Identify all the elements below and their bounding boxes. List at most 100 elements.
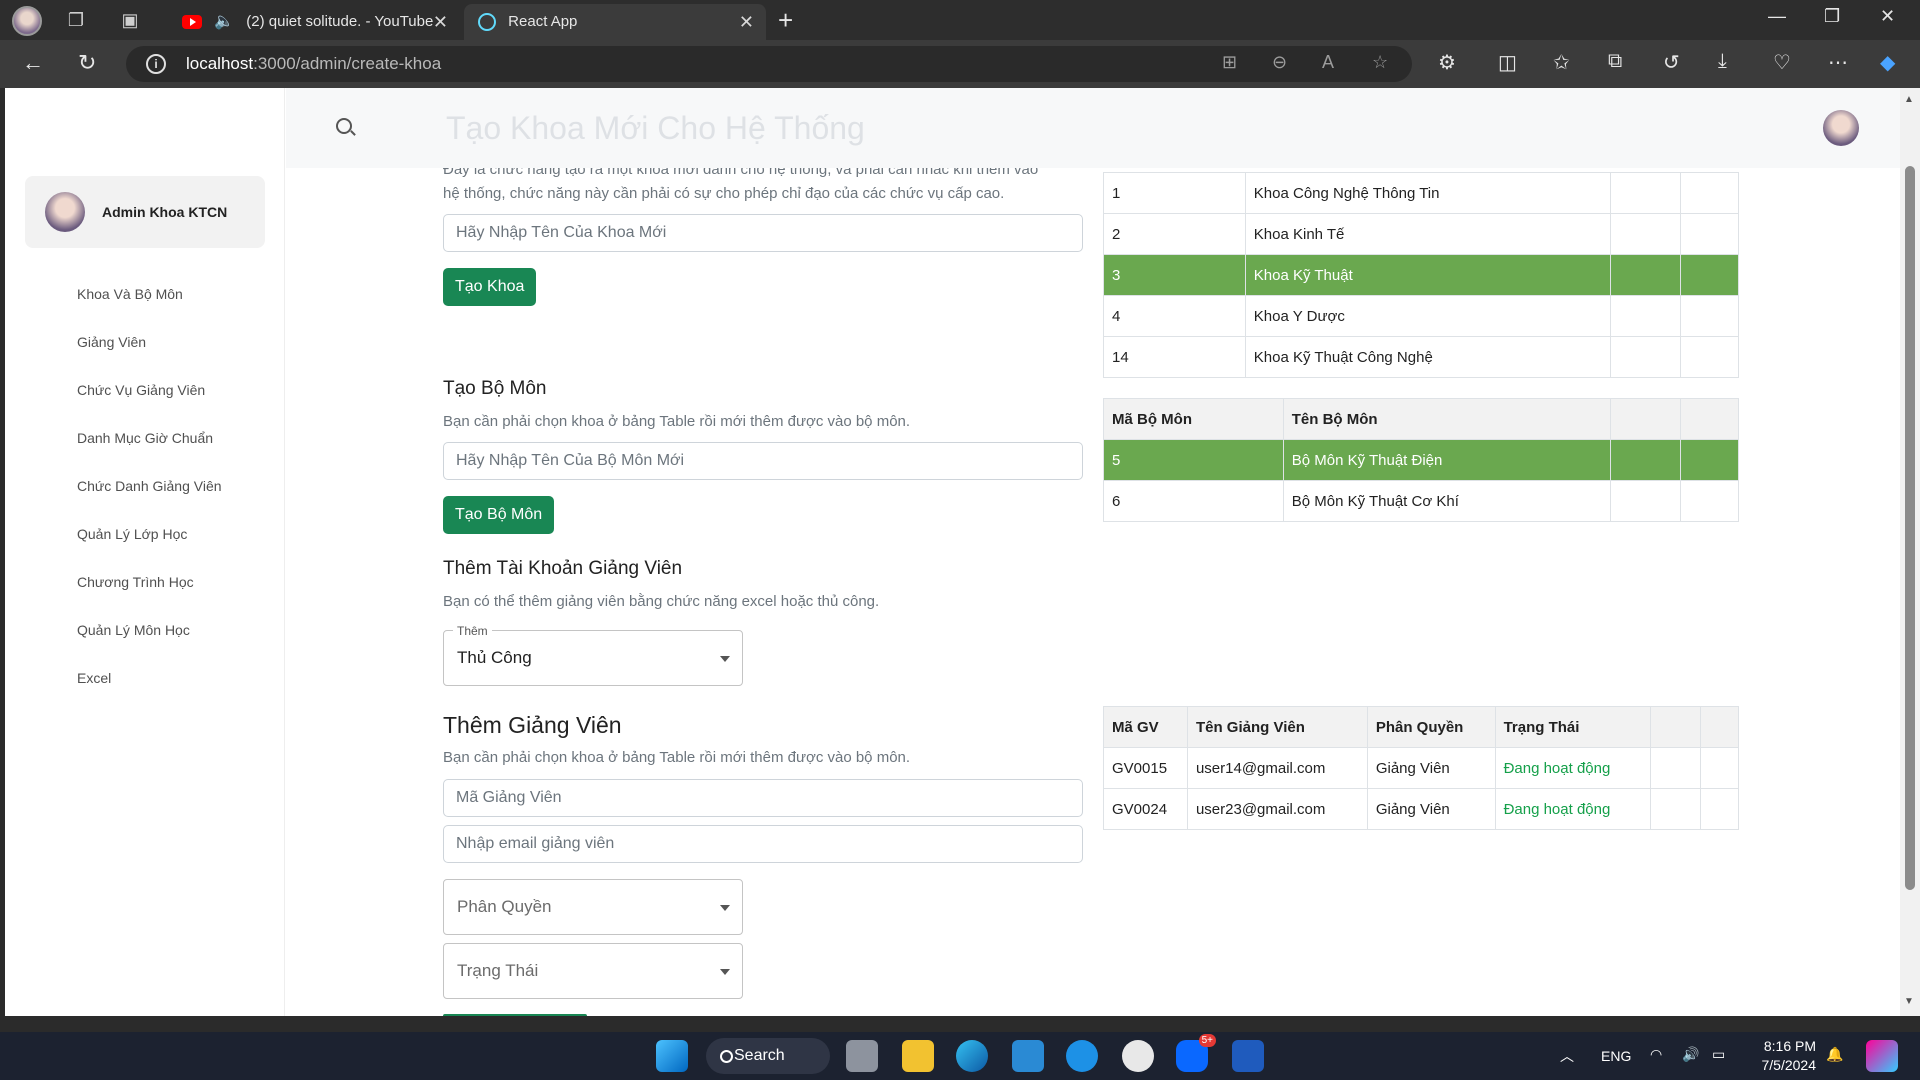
page-scrollbar[interactable]: ▲ ▼ <box>1900 88 1920 1016</box>
submit-lecturer-button[interactable] <box>443 1014 587 1016</box>
avatar[interactable] <box>1823 110 1859 146</box>
sidebar-item-giang-vien[interactable]: Giảng Viên <box>77 334 146 350</box>
taskbar: Search 5+ ︿ ENG ◠ 🔊 ▭ 8:16 PM 7/5/2024 🔔 <box>0 1032 1920 1080</box>
taskbar-search[interactable]: Search <box>706 1038 830 1074</box>
zalo-icon[interactable]: 5+ <box>1176 1034 1216 1072</box>
new-tab-button[interactable]: + <box>778 6 793 34</box>
vscode-icon[interactable] <box>1012 1040 1044 1072</box>
page-title: Tạo Khoa Mới Cho Hệ Thống <box>446 110 865 146</box>
battery-icon[interactable]: ▭ <box>1712 1046 1725 1063</box>
table-row[interactable]: 1 Khoa Công Nghệ Thông Tin <box>1103 172 1739 214</box>
table-header-row: Mã GV Tên Giảng Viên Phân Quyền Trạng Thái <box>1103 706 1739 748</box>
windows-start-icon[interactable] <box>656 1040 688 1072</box>
add-lecturer-title: Thêm Giảng Viên <box>443 712 622 738</box>
role-select[interactable]: Phân Quyền <box>443 879 743 935</box>
table-row-selected[interactable]: 5 Bộ Môn Kỹ Thuật Điện <box>1103 439 1739 481</box>
restore-button[interactable]: ❐ <box>1824 6 1840 27</box>
info-icon[interactable]: i <box>146 54 166 74</box>
profile-avatar[interactable] <box>12 6 42 36</box>
table-row[interactable]: 4 Khoa Y Dược <box>1103 295 1739 337</box>
app-avatar-icon[interactable] <box>1122 1040 1154 1072</box>
more-menu-icon[interactable]: ⋯ <box>1828 50 1848 75</box>
add-account-desc: Bạn có thể thêm giảng viên bằng chức năn… <box>443 593 880 610</box>
app-available-icon[interactable]: ⊞ <box>1222 52 1237 73</box>
admin-card[interactable]: Admin Khoa KTCN <box>25 176 265 248</box>
sidebar-item-chuc-vu[interactable]: Chức Vụ Giảng Viên <box>77 382 205 398</box>
caret-down-icon <box>720 905 730 911</box>
minimize-button[interactable]: — <box>1768 6 1786 27</box>
select-value: Thủ Công <box>457 648 532 667</box>
tab-youtube[interactable]: 🔈 (2) quiet solitude. - YouTube ✕ <box>168 4 460 40</box>
tab-actions-icon[interactable]: ▣ <box>118 8 142 32</box>
collections-icon[interactable]: ⧉ <box>1608 50 1622 73</box>
caret-down-icon <box>720 969 730 975</box>
split-screen-icon[interactable]: ◫ <box>1498 50 1517 75</box>
lecturer-table: Mã GV Tên Giảng Viên Phân Quyền Trạng Thái … <box>1103 706 1739 830</box>
table-row[interactable]: GV0015 user14@gmail.com Giảng Viên Đang hoạ… <box>1103 747 1739 789</box>
url-field[interactable]: i localhost:3000/admin/create-khoa ⊞ ⊖ A… <box>126 46 1412 82</box>
scroll-thumb[interactable] <box>1905 166 1915 890</box>
tab-title: (2) quiet solitude. - YouTube <box>246 13 434 30</box>
history-icon[interactable]: ↺ <box>1663 50 1680 75</box>
page-header: Tạo Khoa Mới Cho Hệ Thống <box>286 88 1900 168</box>
tab-title: React App <box>508 13 578 30</box>
file-explorer-icon[interactable] <box>902 1040 934 1072</box>
add-method-select[interactable]: Thêm Thủ Công <box>443 624 743 686</box>
table-row[interactable]: 14 Khoa Kỹ Thuật Công Nghệ <box>1103 336 1739 378</box>
word-icon[interactable] <box>1232 1040 1264 1072</box>
bomon-name-input[interactable]: Hãy Nhập Tên Của Bộ Môn Mới <box>443 442 1083 480</box>
task-view-icon[interactable] <box>846 1040 878 1072</box>
table-row[interactable]: 6 Bộ Môn Kỹ Thuật Cơ Khí <box>1103 480 1739 522</box>
caret-down-icon <box>720 656 730 662</box>
docker-icon[interactable] <box>1066 1040 1098 1072</box>
browser-essentials-icon[interactable]: ♡ <box>1773 50 1791 75</box>
add-lecturer-desc: Bạn cần phải chọn khoa ở bảng Table rồi … <box>443 749 911 766</box>
volume-icon[interactable]: 🔊 <box>1682 1046 1699 1063</box>
refresh-button[interactable]: ↻ <box>78 50 96 76</box>
zoom-out-icon[interactable]: ⊖ <box>1272 52 1287 73</box>
sidebar-item-gio-chuan[interactable]: Danh Mục Giờ Chuẩn <box>77 430 213 446</box>
read-aloud-icon[interactable]: A <box>1322 52 1334 73</box>
close-window-button[interactable]: ✕ <box>1880 6 1895 27</box>
favorite-star-icon[interactable]: ☆ <box>1372 52 1388 73</box>
close-icon[interactable]: ✕ <box>433 4 448 40</box>
favorites-icon[interactable]: ✩ <box>1553 50 1570 75</box>
sidebar-item-chuc-danh[interactable]: Chức Danh Giảng Viên <box>77 478 222 494</box>
copilot-icon[interactable]: ◆ <box>1880 50 1895 75</box>
create-bomon-button[interactable]: Tạo Bộ Môn <box>443 496 555 534</box>
back-button[interactable]: ← <box>22 50 44 76</box>
lecturer-code-input[interactable]: Mã Giảng Viên <box>443 779 1083 817</box>
extensions-icon[interactable]: ⚙ <box>1438 50 1456 75</box>
tab-react-app[interactable]: React App ✕ <box>464 4 766 40</box>
tray-chevron-icon[interactable]: ︿ <box>1560 1046 1574 1066</box>
copilot-taskbar-icon[interactable] <box>1866 1040 1898 1072</box>
table-row[interactable]: GV0024 user23@gmail.com Giảng Viên Đang hoạ… <box>1103 788 1739 830</box>
downloads-icon[interactable]: ⤓ <box>1718 50 1727 73</box>
sidebar-item-mon-hoc[interactable]: Quản Lý Môn Học <box>77 622 190 638</box>
status-select[interactable]: Trạng Thái <box>443 943 743 999</box>
table-row[interactable]: 2 Khoa Kinh Tế <box>1103 213 1739 255</box>
khoa-name-input[interactable]: Hãy Nhập Tên Của Khoa Mới <box>443 214 1083 252</box>
close-icon[interactable]: ✕ <box>739 4 754 40</box>
language-indicator[interactable]: ENG <box>1601 1048 1631 1064</box>
scroll-up-icon[interactable]: ▲ <box>1904 94 1914 105</box>
edge-icon[interactable] <box>956 1040 988 1072</box>
lecturer-email-input[interactable]: Nhập email giảng viên <box>443 825 1083 863</box>
wifi-icon[interactable]: ◠ <box>1650 1046 1662 1063</box>
sidebar-item-khoa-bo-mon[interactable]: Khoa Và Bộ Môn <box>77 286 183 302</box>
sidebar-item-excel[interactable]: Excel <box>77 670 111 686</box>
sidebar-item-chuong-trinh[interactable]: Chương Trình Học <box>77 574 194 590</box>
speaker-icon[interactable]: 🔈 <box>214 4 234 40</box>
workspaces-icon[interactable]: ❐ <box>64 8 88 32</box>
table-row-selected[interactable]: 3 Khoa Kỹ Thuật <box>1103 254 1739 296</box>
create-khoa-button[interactable]: Tạo Khoa <box>443 268 537 306</box>
notification-bell-icon[interactable]: 🔔 <box>1826 1046 1843 1063</box>
url-text[interactable]: localhost:3000/admin/create-khoa <box>186 54 441 74</box>
scroll-down-icon[interactable]: ▼ <box>1904 996 1914 1007</box>
avatar <box>45 192 85 232</box>
select-placeholder: Phân Quyền <box>457 897 552 916</box>
search-icon[interactable] <box>336 118 352 134</box>
sidebar-item-lop-hoc[interactable]: Quản Lý Lớp Học <box>77 526 187 542</box>
clock-date[interactable]: 7/5/2024 <box>1752 1057 1817 1073</box>
clock-time[interactable]: 8:16 PM <box>1760 1038 1816 1054</box>
